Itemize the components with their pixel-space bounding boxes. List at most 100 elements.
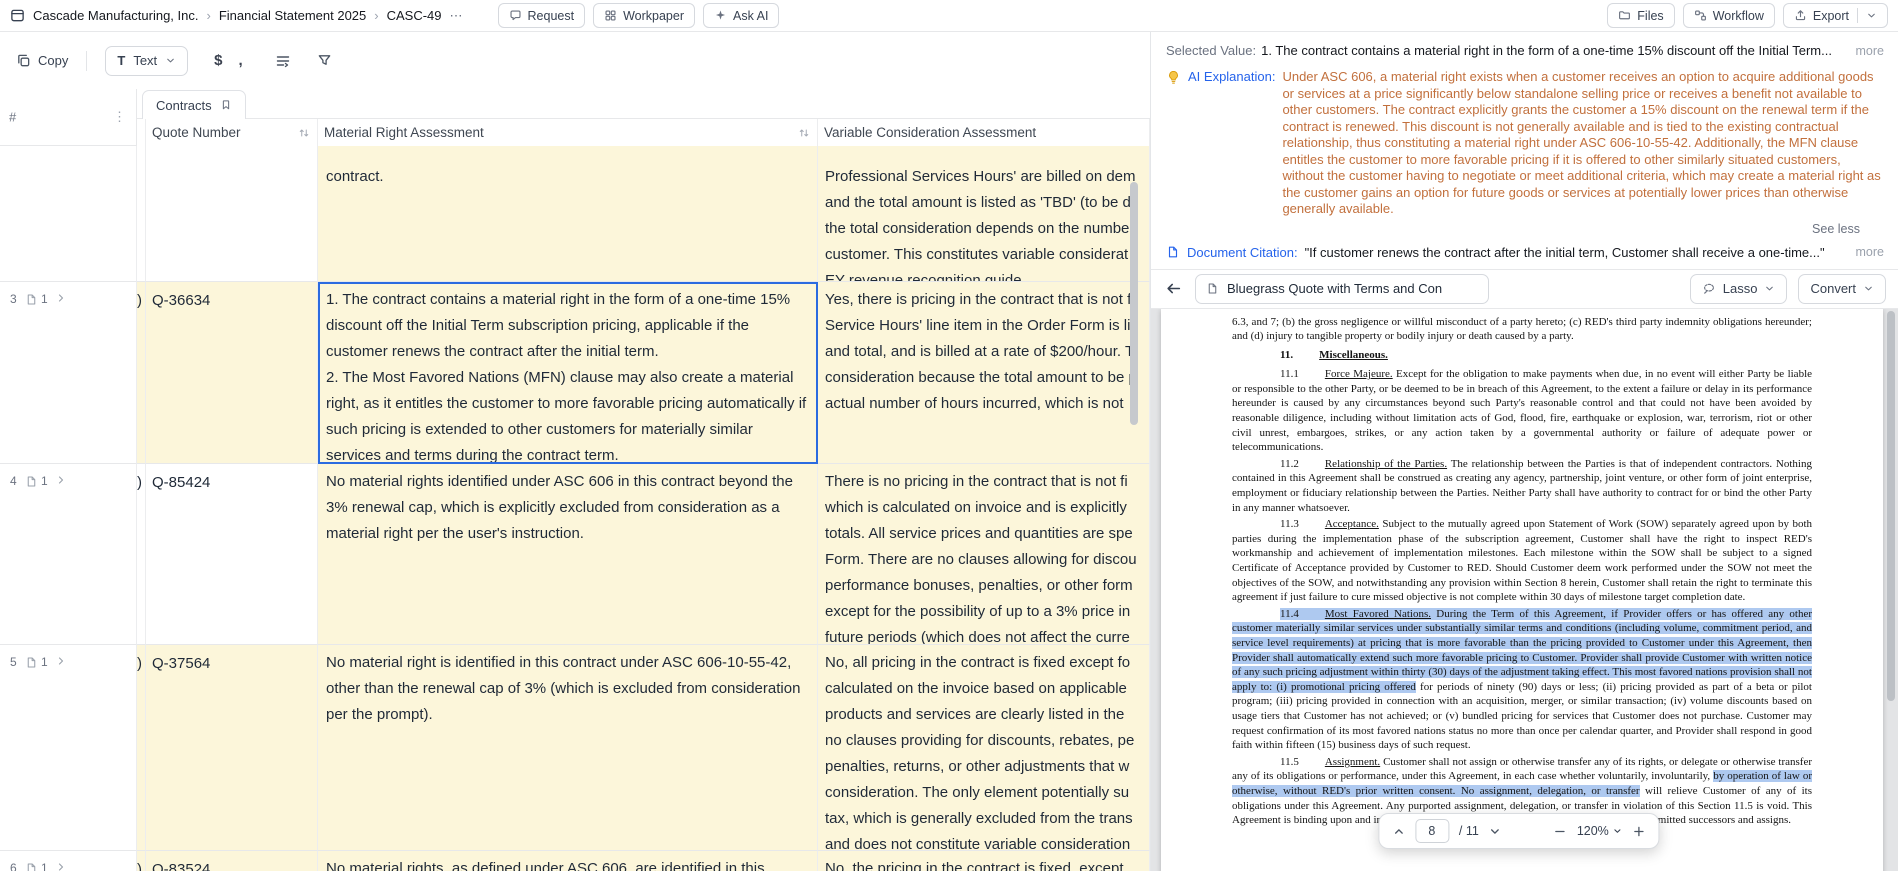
copy-button[interactable]: Copy	[16, 53, 68, 68]
cell-text-line: There is no pricing in the contract that…	[825, 473, 1128, 490]
document-citation-text: "If customer renews the contract after t…	[1304, 244, 1825, 260]
wrap-text-icon	[276, 55, 289, 67]
variable-consideration-cell[interactable]: Professional Services Hours' are billed …	[818, 146, 1150, 282]
export-icon	[1795, 10, 1805, 21]
variable-consideration-cell[interactable]: Yes, there is pricing in the contract th…	[818, 282, 1150, 464]
copy-icon	[18, 54, 30, 67]
decimal-format-button[interactable]: ,	[239, 52, 243, 69]
cell-text-line: the total consideration depends on the n…	[825, 220, 1130, 237]
column-header-variable-consideration[interactable]: Variable Consideration Assessment	[818, 119, 1150, 146]
bookmark-icon	[222, 100, 229, 110]
filter-button[interactable]	[317, 53, 332, 68]
quote-cell[interactable]: Q-85424	[146, 464, 318, 645]
zoom-level-select[interactable]: 120%	[1577, 824, 1623, 838]
material-right-cell[interactable]: No material rights identified under ASC …	[318, 464, 818, 645]
variable-consideration-cell[interactable]: No, the pricing in the contract is fixed…	[818, 851, 1150, 871]
plus-icon	[1634, 826, 1645, 836]
cell-text-line: and does not constitute variable conside…	[825, 836, 1131, 851]
cell-text-line: EY revenue recognition guide.	[825, 272, 1026, 282]
format-type-select[interactable]: T Text	[105, 45, 189, 76]
material-right-cell[interactable]: No material rights, as defined under ASC…	[318, 851, 818, 871]
expand-row-icon[interactable]	[55, 655, 67, 667]
cell-text-line: Form. There are no clauses allowing for …	[825, 551, 1137, 568]
cell-text-line: future periods (which does not affect th…	[825, 629, 1130, 645]
breadcrumb-project[interactable]: Financial Statement 2025	[219, 8, 366, 23]
variable-consideration-cell[interactable]: There is no pricing in the contract that…	[818, 464, 1150, 645]
expand-row-icon[interactable]	[55, 474, 67, 486]
back-button[interactable]	[1163, 278, 1184, 299]
citation-count-badge[interactable]: 1	[25, 861, 48, 871]
sort-icon[interactable]	[798, 127, 810, 139]
quote-cell[interactable]	[146, 146, 318, 282]
page-navigation: 8 / 11 120%	[1377, 813, 1660, 849]
expand-row-icon[interactable]	[55, 292, 67, 304]
document-citation-label[interactable]: Document Citation:	[1187, 245, 1298, 260]
breadcrumb-document[interactable]: CASC-49	[387, 8, 442, 23]
breadcrumb-overflow-icon[interactable]: ⋯	[450, 8, 464, 24]
document-scrollbar[interactable]	[1887, 310, 1895, 701]
files-button[interactable]: Files	[1607, 3, 1675, 28]
cell-text-line: no clauses providing for discounts, reba…	[825, 732, 1135, 749]
next-page-button[interactable]	[1489, 825, 1502, 838]
chevron-down-icon[interactable]	[1866, 10, 1877, 21]
tab-contracts[interactable]: Contracts	[142, 90, 246, 119]
quote-cell[interactable]: Q-36634	[146, 282, 318, 464]
convert-button[interactable]: Convert	[1798, 273, 1886, 304]
citation-count-badge[interactable]: 1	[25, 292, 48, 306]
see-less-link[interactable]: See less	[1166, 222, 1884, 236]
expand-row-icon[interactable]	[55, 861, 67, 871]
table-row: contract. Professional Services Hours' a…	[0, 146, 1150, 282]
cell-text-line: calculated on the invoice based on appli…	[825, 680, 1127, 697]
wrap-text-button[interactable]	[275, 53, 291, 69]
inspector-panel: Selected Value: 1. The contract contains…	[1150, 32, 1898, 871]
material-right-cell[interactable]: No material right is identified in this …	[318, 645, 818, 851]
sort-icon[interactable]	[298, 127, 310, 139]
column-header-material-right[interactable]: Material Right Assessment	[318, 119, 818, 146]
quote-cell[interactable]: Q-37564	[146, 645, 318, 851]
breadcrumb-separator: ›	[206, 8, 211, 23]
matrix-panel: Copy T Text $ , # ⋮ Contracts Quote Numb…	[0, 32, 1150, 871]
hidden-column-cell: )	[137, 282, 146, 464]
zoom-out-button[interactable]	[1554, 825, 1567, 838]
page-number-input[interactable]: 8	[1414, 819, 1449, 843]
export-button[interactable]: Export	[1782, 3, 1888, 28]
doc-section-acceptance: 11.3 Acceptance. Subject to the mutually …	[1232, 518, 1813, 604]
workpaper-button[interactable]: Workpaper	[593, 3, 696, 28]
chevron-down-icon	[1491, 828, 1500, 834]
hidden-column-header	[137, 119, 146, 146]
column-header-quote-number[interactable]: Quote Number	[146, 119, 318, 146]
cell-text-line: consideration. The only element potentia…	[825, 784, 1130, 801]
cell-text-line: actual number of hours incurred, which i…	[825, 395, 1124, 412]
previous-page-button[interactable]	[1392, 825, 1405, 838]
lightbulb-icon	[1169, 70, 1178, 84]
material-right-cell-selected[interactable]: 1. The contract contains a material righ…	[318, 282, 818, 464]
table-scrollbar[interactable]	[1130, 182, 1138, 425]
variable-consideration-cell[interactable]: No, all pricing in the contract is fixed…	[818, 645, 1150, 851]
chevron-down-icon	[1865, 286, 1872, 291]
ask-ai-button[interactable]: Ask AI	[703, 3, 780, 28]
document-icon	[27, 657, 36, 667]
material-right-cell[interactable]: contract.	[318, 146, 818, 282]
workspace-icon[interactable]	[10, 8, 25, 23]
cell-text-line: penalties, returns, or other adjustments…	[825, 758, 1130, 775]
breadcrumb-workspace[interactable]: Cascade Manufacturing, Inc.	[33, 8, 198, 23]
citation-more-link[interactable]: more	[1856, 245, 1884, 259]
document-title-select[interactable]: Bluegrass Quote with Terms and Con	[1195, 273, 1489, 304]
request-button[interactable]: Request	[497, 3, 586, 28]
document-title: Bluegrass Quote with Terms and Con	[1227, 281, 1443, 296]
table-row: 5 1 ) Q-37564 No material right is ident…	[0, 645, 1150, 851]
cell-text-line: and the total amount is listed as 'TBD' …	[825, 194, 1131, 211]
selected-value-more-link[interactable]: more	[1856, 44, 1884, 58]
workflow-button[interactable]: Workflow	[1682, 3, 1775, 28]
currency-format-button[interactable]: $	[214, 52, 222, 69]
lasso-tool-select[interactable]: Lasso	[1689, 273, 1788, 304]
citation-count-badge[interactable]: 1	[25, 474, 48, 488]
zoom-in-button[interactable]	[1633, 825, 1646, 838]
quote-cell[interactable]: Q-83524	[146, 851, 318, 871]
doc-heading: 11. Miscellaneous.	[1280, 348, 1388, 361]
minus-icon	[1555, 830, 1566, 832]
cell-text-line: which is calculated on invoice and is ex…	[825, 499, 1127, 516]
gutter-menu-icon[interactable]: ⋮	[113, 109, 126, 125]
citation-count-badge[interactable]: 1	[25, 655, 48, 669]
table-row: 4 1 ) Q-85424 No material rights identif…	[0, 464, 1150, 645]
